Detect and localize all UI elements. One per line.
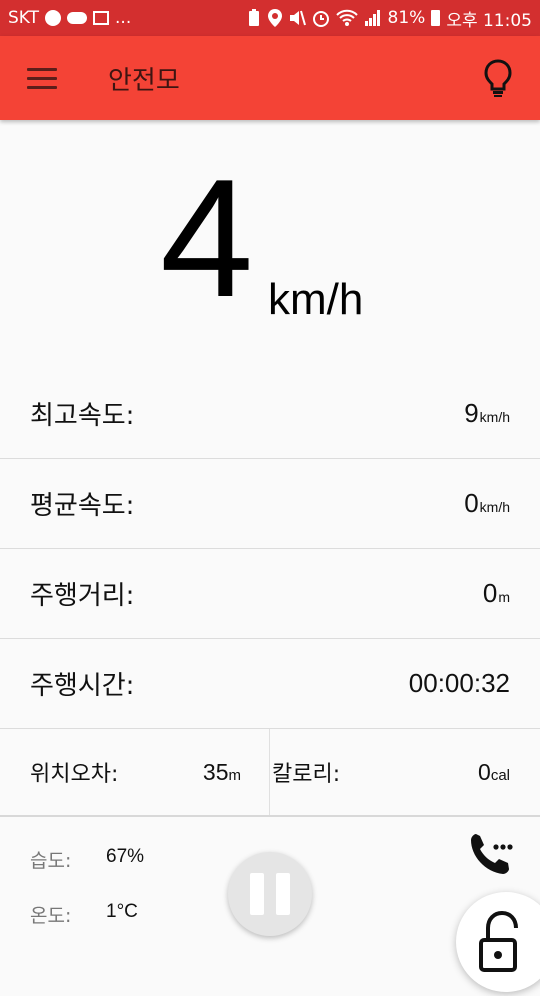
lightbulb-icon[interactable] xyxy=(478,54,518,102)
speed-unit: km/h xyxy=(268,275,364,324)
humidity-label: 습도: xyxy=(30,850,72,872)
humidity-row: 습도: 67% xyxy=(30,846,144,873)
more-notifications: ... xyxy=(115,8,132,28)
battery-icon xyxy=(431,10,441,26)
temperature-label: 온도: xyxy=(30,905,72,927)
avg-speed-value: 0km/h xyxy=(464,488,510,518)
position-error-label: 위치오차: xyxy=(30,762,119,787)
max-speed-label: 최고속도: xyxy=(30,401,135,431)
pause-icon xyxy=(250,873,264,915)
hamburger-menu-icon[interactable] xyxy=(14,50,70,106)
clock: 오후 11:05 xyxy=(446,10,532,31)
max-speed-value: 9km/h xyxy=(464,398,510,428)
location-icon xyxy=(267,9,282,27)
position-error-cell: 위치오차: 35m xyxy=(0,729,270,815)
phone-call-button[interactable] xyxy=(466,828,518,880)
distance-value: 0m xyxy=(482,578,510,608)
distance-row: 주행거리: 0m xyxy=(0,549,540,639)
battery-saver-icon xyxy=(248,9,259,26)
mute-icon xyxy=(289,10,306,26)
signal-icon xyxy=(364,10,380,26)
status-bar: SKT ... 81% 오후 11:05 xyxy=(0,0,540,36)
max-speed-row: 최고속도: 9km/h xyxy=(0,369,540,459)
carrier-label: SKT xyxy=(8,8,40,28)
temperature-value: 1°C xyxy=(106,901,138,922)
battery-percent: 81% xyxy=(387,8,426,28)
wifi-icon xyxy=(335,9,358,26)
avg-speed-label: 평균속도: xyxy=(30,491,135,521)
lock-button[interactable] xyxy=(456,892,540,992)
bottom-panel: 습도: 67% 온도: 1°C xyxy=(0,818,540,992)
current-speed: 4 km/h xyxy=(0,154,540,340)
error-calorie-row: 위치오차: 35m 칼로리: 0cal xyxy=(0,729,540,817)
ride-time-row: 주행시간: 00:00:32 xyxy=(0,639,540,729)
temperature-row: 온도: 1°C xyxy=(30,901,138,928)
phone-call-icon xyxy=(471,834,513,874)
pause-button[interactable] xyxy=(228,852,312,936)
ride-time-value: 00:00:32 xyxy=(408,668,510,698)
gallery-icon xyxy=(93,11,110,25)
app-toolbar: 안전모 xyxy=(0,36,540,120)
speed-value: 4 xyxy=(160,144,254,332)
alarm-icon xyxy=(312,11,329,27)
cloud-icon xyxy=(67,12,88,24)
humidity-value: 67% xyxy=(106,846,145,867)
calorie-label: 칼로리: xyxy=(272,762,341,787)
avg-speed-row: 평균속도: 0km/h xyxy=(0,459,540,549)
calorie-cell: 칼로리: 0cal xyxy=(270,729,540,815)
distance-label: 주행거리: xyxy=(30,581,135,611)
unlocked-padlock-icon xyxy=(479,910,518,972)
calorie-value: 0cal xyxy=(478,758,510,785)
app-title: 안전모 xyxy=(108,65,180,96)
notification-app-icon xyxy=(45,10,62,26)
ride-time-label: 주행시간: xyxy=(30,671,135,701)
position-error-value: 35m xyxy=(202,758,241,785)
